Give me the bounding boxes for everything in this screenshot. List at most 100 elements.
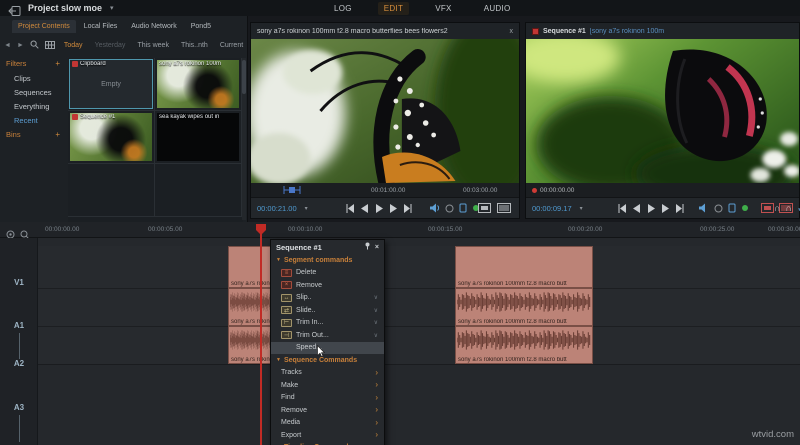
step-back-icon[interactable] (633, 203, 641, 213)
sequence-video-area[interactable] (526, 39, 799, 183)
timecode-caret-icon[interactable]: ▾ (305, 205, 308, 212)
sequence-timecode[interactable]: 00:00:09.17 (532, 204, 572, 213)
audio-clip[interactable]: sony a7s rokinon 100mm f2.8 macro butt (228, 326, 272, 364)
bin-scrollbar[interactable] (242, 58, 246, 220)
forward-icon[interactable]: ► (17, 42, 24, 49)
close-menu-icon[interactable]: × (375, 244, 379, 251)
headphone-left-icon[interactable]: ∩ (774, 203, 780, 213)
speaker-icon[interactable] (429, 203, 440, 213)
tab-project-contents[interactable]: Project Contents (12, 20, 76, 33)
sidebar-item-sequences[interactable]: Sequences (0, 85, 66, 99)
slide-icon: ⇄ (281, 306, 292, 315)
filter-this-month[interactable]: This..nth (178, 41, 211, 50)
menu-item-label: Make (281, 381, 299, 389)
timecode-caret-icon[interactable]: ▾ (580, 205, 583, 212)
tile-clipboard[interactable]: Clipboard Empty (69, 59, 153, 109)
view-grid-icon[interactable] (44, 36, 55, 54)
timeline-ruler[interactable]: 00:00:00.00 00:00:05.00 00:00:10.00 00:0… (0, 222, 800, 239)
source-marks-bar[interactable]: 00:01:00.00 00:03:00.00 (251, 183, 519, 197)
filter-yesterday[interactable]: Yesterday (92, 41, 129, 50)
menu-item-media[interactable]: Media › (271, 417, 384, 430)
go-end-icon[interactable] (675, 203, 684, 213)
sidebar-item-clips[interactable]: Clips (0, 71, 66, 85)
clip-sync-icon[interactable] (459, 203, 467, 213)
pin-icon[interactable] (364, 242, 371, 252)
waveform (457, 292, 591, 312)
sequence-marks-bar[interactable]: 00:00:00.00 (526, 183, 799, 197)
add-filter-button[interactable]: + (55, 59, 60, 68)
menu-item-speed[interactable]: Speed... (271, 341, 384, 357)
tile-sony-clip[interactable]: sony a7s rokinon 100m (157, 60, 239, 108)
sidebar-item-everything[interactable]: Everything (0, 99, 66, 113)
menu-item-find[interactable]: Find › (271, 392, 384, 405)
context-menu-header: Sequence #1 × (271, 240, 384, 254)
play-icon[interactable] (375, 203, 383, 213)
menu-item-make[interactable]: Make › (271, 379, 384, 392)
track-label-a2[interactable]: A2 (0, 359, 38, 368)
tile-sequence-1[interactable]: Sequence #1 (70, 113, 152, 161)
add-bin-button[interactable]: + (55, 130, 60, 139)
menu-item-label: Slip.. (296, 294, 312, 302)
clip-sync-icon[interactable] (728, 203, 736, 213)
go-start-icon[interactable] (346, 203, 355, 213)
menu-item-remove[interactable]: × Remove (271, 279, 384, 292)
source-timecode[interactable]: 00:00:21.00 (257, 204, 297, 213)
playhead-line[interactable] (260, 224, 262, 445)
tab-log[interactable]: LOG (328, 2, 358, 15)
headphone-right-icon[interactable]: ∩ (786, 203, 792, 213)
menu-item-label: Find (281, 394, 295, 402)
track-label-v1[interactable]: V1 (0, 278, 38, 287)
sequence-commands-header[interactable]: ▼ Sequence Commands (271, 354, 384, 367)
tile-sea-kayak[interactable]: sea kayak wipes out in (157, 113, 239, 161)
tab-pond5[interactable]: Pond5 (185, 20, 217, 33)
menu-item-tracks[interactable]: Tracks › (271, 367, 384, 380)
menu-item-trim-in[interactable]: ⊢ Trim In... ∨ (271, 317, 384, 330)
tile-label: sony a7s rokinon 100m (159, 61, 222, 67)
tab-audio[interactable]: AUDIO (478, 2, 517, 15)
menu-item-delete[interactable]: ≡ Delete (271, 267, 384, 280)
play-icon[interactable] (647, 203, 655, 213)
audio-clip[interactable]: sony a7s rokinon 100mm f2.8 macro butt (455, 326, 593, 364)
step-back-icon[interactable] (361, 203, 369, 213)
menu-item-trim-out[interactable]: ⊣ Trim Out... ∨ (271, 329, 384, 342)
scrollbar-thumb[interactable] (242, 60, 246, 94)
project-menu-caret[interactable]: ▾ (110, 4, 114, 12)
tab-vfx[interactable]: VFX (429, 2, 457, 15)
bin-tabs: Project Contents Local Files Audio Netwo… (12, 20, 217, 33)
filter-this-week[interactable]: This week (134, 41, 172, 50)
menu-item-slide[interactable]: ⇄ Slide.. ∨ (271, 304, 384, 317)
tab-local-files[interactable]: Local Files (78, 20, 123, 33)
close-source-icon[interactable]: x (510, 28, 514, 35)
speaker-icon[interactable] (698, 203, 709, 213)
menu-item-export[interactable]: Export › (271, 429, 384, 442)
tab-edit[interactable]: EDIT (377, 1, 410, 15)
segment-commands-header[interactable]: ▼ Segment commands (271, 254, 384, 267)
loop-icon[interactable] (445, 204, 454, 213)
filter-current[interactable]: Current (217, 41, 246, 50)
tab-audio-network[interactable]: Audio Network (125, 20, 183, 33)
filters-header: Filters + (0, 56, 66, 71)
go-end-icon[interactable] (403, 203, 412, 213)
video-clip[interactable]: sony a7s rokinon 100mm f2.8 macro butt (228, 246, 272, 288)
audio-clip[interactable]: sony a7s rokinon 100mm f2.8 macro butt (455, 288, 593, 326)
audio-clip[interactable]: sony a7s rokinon 100mm f2.8 macro butt (228, 288, 272, 326)
menu-item-slip[interactable]: ↔ Slip.. ∨ (271, 292, 384, 305)
filter-today[interactable]: Today (61, 41, 86, 50)
back-icon[interactable]: ◄ (4, 42, 11, 49)
search-icon[interactable] (30, 36, 39, 54)
settings-strip-icon[interactable] (497, 203, 511, 213)
timeline-commands-header[interactable]: ▼ Timeline Commands (271, 442, 384, 445)
fullscreen-icon[interactable] (478, 203, 491, 213)
source-clip-title: sony a7s rokinon 100mm f2.8 macro butter… (257, 27, 448, 35)
track-label-a3[interactable]: A3 (0, 403, 38, 412)
sidebar-item-recent[interactable]: Recent (0, 113, 66, 127)
menu-item-remove-seq[interactable]: Remove › (271, 404, 384, 417)
go-start-icon[interactable] (618, 203, 627, 213)
track-label-a1[interactable]: A1 (0, 321, 38, 330)
record-monitor-icon[interactable] (761, 203, 774, 213)
source-video-area[interactable] (251, 39, 519, 183)
video-clip[interactable]: sony a7s rokinon 100mm f2.8 macro butt (455, 246, 593, 288)
loop-icon[interactable] (714, 204, 723, 213)
step-forward-icon[interactable] (389, 203, 397, 213)
step-forward-icon[interactable] (661, 203, 669, 213)
